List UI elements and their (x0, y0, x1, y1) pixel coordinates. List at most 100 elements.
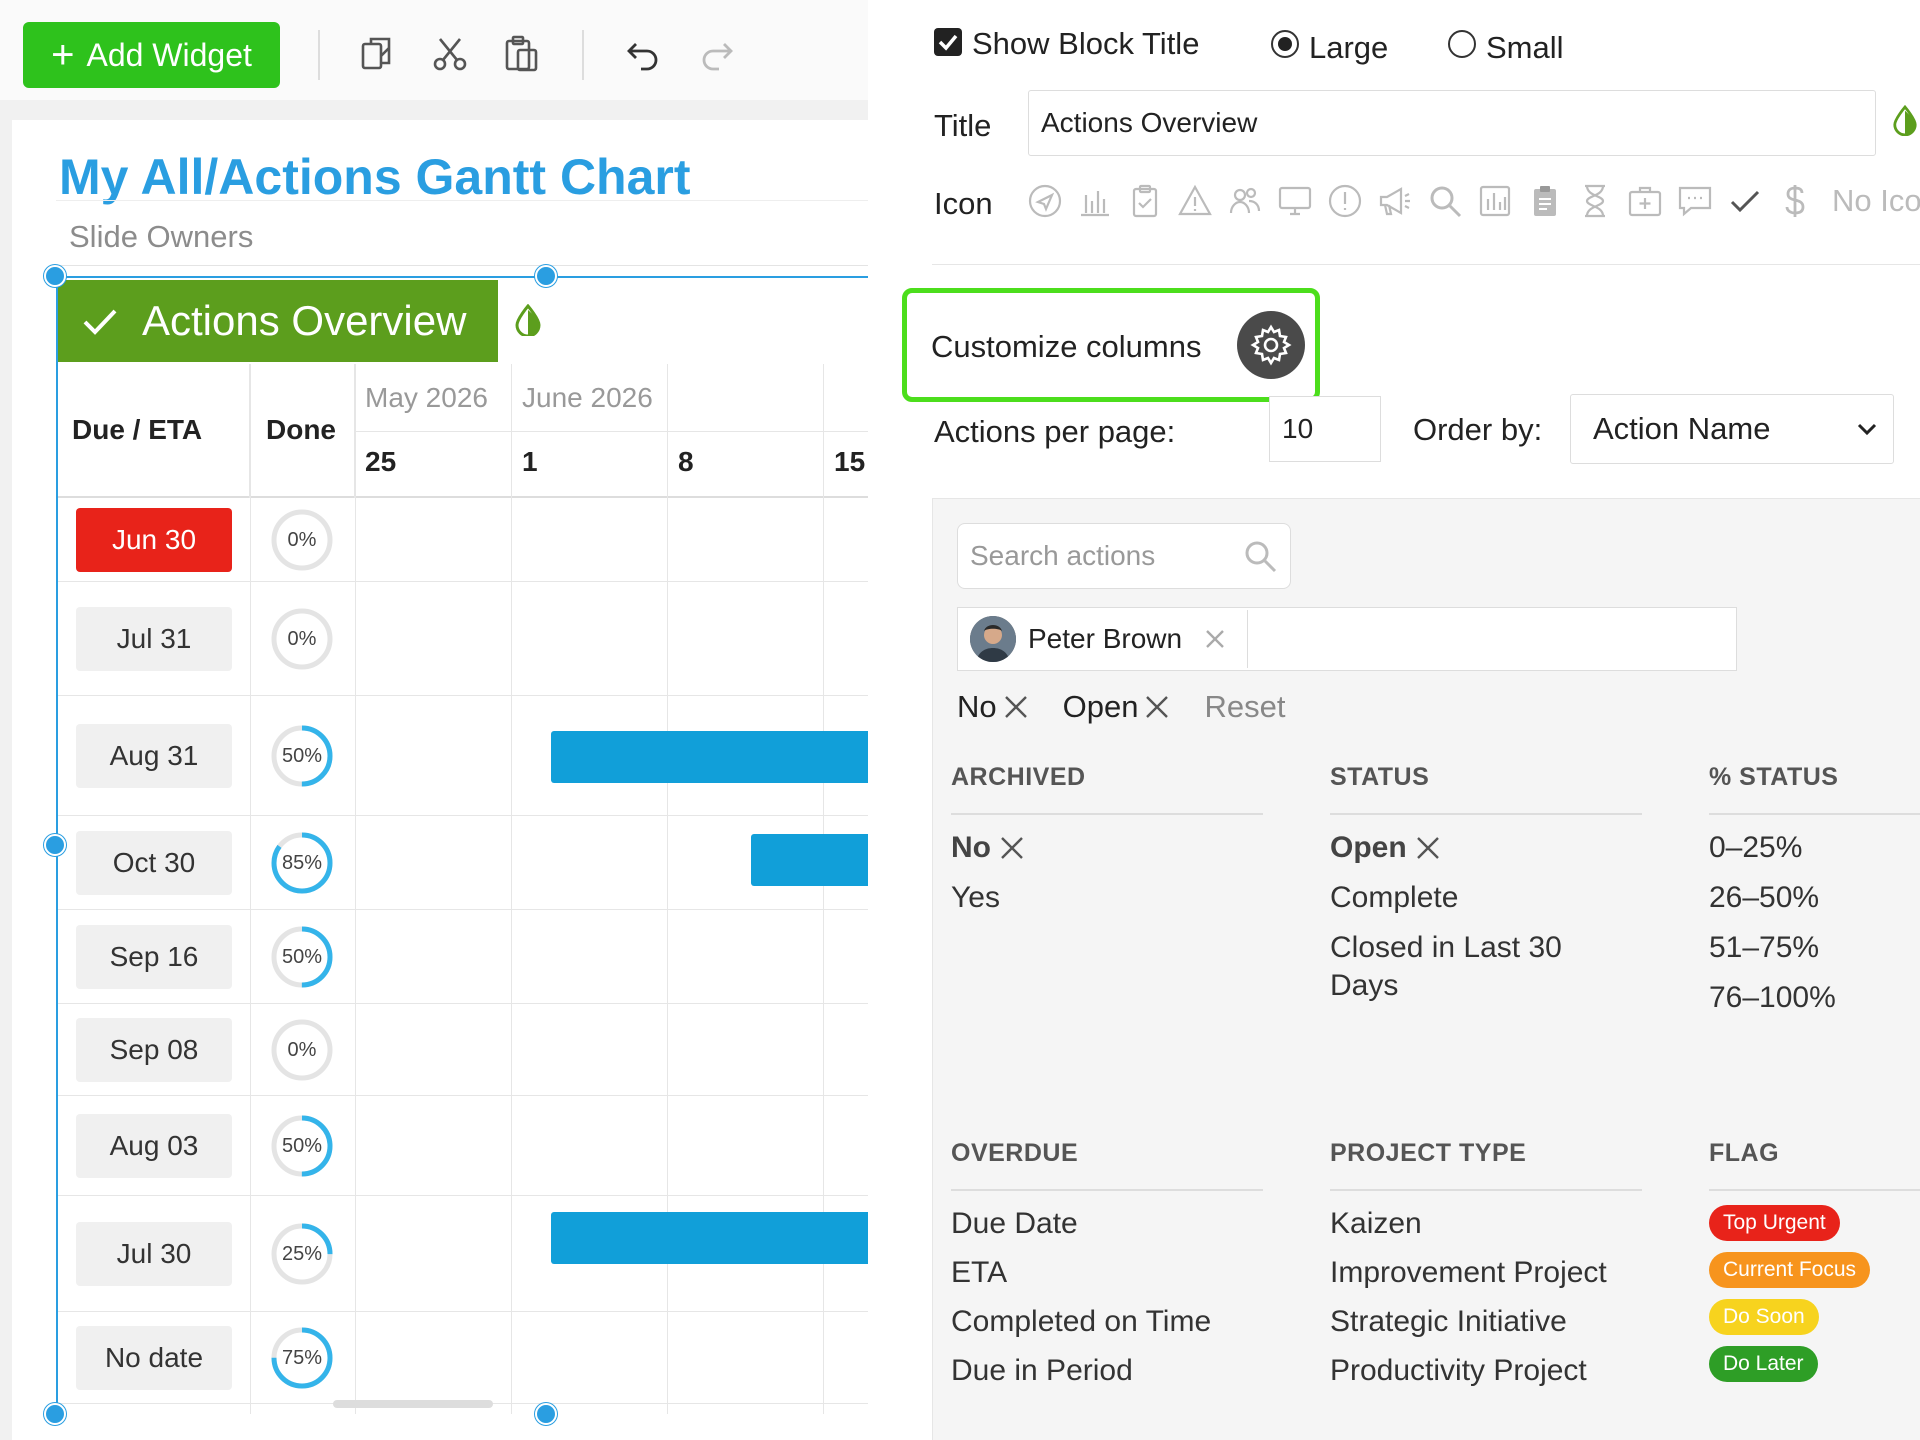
resize-handle[interactable] (44, 834, 66, 856)
alert-circle-icon[interactable] (1326, 182, 1364, 220)
size-small-radio[interactable] (1448, 30, 1476, 58)
slide-title[interactable]: My All/Actions Gantt Chart (59, 148, 691, 206)
project-type-option[interactable]: Strategic Initiative (1330, 1303, 1642, 1341)
search-input[interactable] (970, 536, 1230, 576)
pct-option[interactable]: 51–75% (1709, 929, 1920, 967)
customize-columns-button[interactable] (1237, 311, 1305, 379)
clipboard-check-icon[interactable] (1126, 182, 1164, 220)
people-icon[interactable] (1226, 182, 1264, 220)
gantt-bar[interactable] (551, 731, 868, 783)
gantt-row[interactable]: No date 75% (58, 1312, 868, 1404)
clipboard-icon[interactable] (1526, 182, 1564, 220)
progress-donut: 0% (268, 1016, 336, 1084)
slide-subtitle[interactable]: Slide Owners (69, 219, 253, 255)
actions-per-page-input[interactable] (1269, 396, 1381, 462)
pct-status-heading: % STATUS (1709, 763, 1920, 815)
pct-option[interactable]: 76–100% (1709, 979, 1920, 1017)
resize-handle[interactable] (44, 265, 66, 287)
horizontal-scrollbar[interactable] (333, 1400, 493, 1408)
gantt-bar[interactable] (751, 834, 868, 886)
check-icon[interactable] (1726, 182, 1764, 220)
flag-option[interactable]: Do Soon (1709, 1299, 1920, 1335)
search-field[interactable] (957, 523, 1291, 589)
option-label: Due Date (951, 1207, 1078, 1240)
archived-heading: ARCHIVED (951, 763, 1263, 815)
medkit-icon[interactable] (1626, 182, 1664, 220)
close-icon[interactable] (1003, 694, 1029, 720)
close-icon[interactable] (1204, 628, 1226, 650)
due-date-badge: Jun 30 (76, 508, 232, 572)
flag-heading: FLAG (1709, 1139, 1920, 1191)
resize-handle[interactable] (535, 265, 557, 287)
overdue-option[interactable]: ETA (951, 1254, 1263, 1292)
close-icon[interactable] (1415, 835, 1441, 861)
flag-option[interactable]: Current Focus (1709, 1252, 1920, 1288)
show-title-checkbox[interactable] (934, 28, 962, 56)
project-type-option[interactable]: Improvement Project (1330, 1254, 1642, 1292)
overdue-option[interactable]: Due in Period (951, 1352, 1263, 1390)
slide-subtitle-row: Slide Owners (56, 200, 868, 266)
reset-filters-link[interactable]: Reset (1204, 689, 1285, 725)
gantt-row[interactable]: Oct 30 85% (58, 816, 868, 910)
progress-percent: 50% (281, 1134, 323, 1157)
redo-icon[interactable] (692, 30, 740, 78)
size-large-radio[interactable] (1271, 30, 1299, 58)
project-type-option[interactable]: Productivity Project (1330, 1352, 1642, 1390)
add-widget-button[interactable]: + Add Widget (23, 22, 280, 88)
hourglass-icon[interactable] (1576, 182, 1614, 220)
cut-icon[interactable] (426, 30, 474, 78)
project-type-option[interactable]: Kaizen (1330, 1205, 1642, 1243)
flag-option[interactable]: Do Later (1709, 1346, 1920, 1382)
bar-chart-icon[interactable] (1076, 182, 1114, 220)
chat-icon[interactable] (1676, 182, 1714, 220)
close-icon[interactable] (1144, 694, 1170, 720)
megaphone-icon[interactable] (1376, 182, 1414, 220)
archived-filter-group: ARCHIVED No Yes (951, 763, 1263, 929)
overdue-option[interactable]: Completed on Time (951, 1303, 1263, 1341)
gantt-block[interactable]: Actions Overview Due / ETA Done May 2026… (56, 276, 868, 1414)
gantt-row[interactable]: Aug 03 50% (58, 1096, 868, 1196)
gantt-bar[interactable] (551, 1212, 868, 1264)
pct-option[interactable]: 26–50% (1709, 879, 1920, 917)
gantt-row[interactable]: Sep 08 0% (58, 1004, 868, 1096)
copy-icon[interactable] (355, 30, 403, 78)
flag-option[interactable]: Top Urgent (1709, 1205, 1920, 1241)
title-input[interactable] (1028, 90, 1876, 156)
chart-box-icon[interactable] (1476, 182, 1514, 220)
due-date-badge: Aug 31 (76, 724, 232, 788)
pct-option[interactable]: 0–25% (1709, 829, 1920, 867)
archived-option-yes[interactable]: Yes (951, 879, 1263, 917)
status-option-open[interactable]: Open (1330, 829, 1642, 867)
dollar-icon[interactable] (1776, 182, 1814, 220)
send-icon[interactable] (1026, 182, 1064, 220)
paste-icon[interactable] (498, 30, 546, 78)
monitor-icon[interactable] (1276, 182, 1314, 220)
option-label: Complete (1330, 881, 1459, 914)
gantt-row[interactable]: Sep 16 50% (58, 910, 868, 1004)
status-option-complete[interactable]: Complete (1330, 879, 1642, 917)
order-by-select[interactable]: Action Name (1570, 394, 1894, 464)
search-icon[interactable] (1242, 538, 1278, 574)
customize-columns-label: Customize columns (931, 329, 1202, 364)
color-drop-icon[interactable] (514, 303, 542, 341)
color-drop-icon[interactable] (1892, 104, 1918, 141)
overdue-heading: OVERDUE (951, 1139, 1263, 1191)
option-label: ETA (951, 1256, 1008, 1289)
close-icon[interactable] (999, 835, 1025, 861)
gantt-row[interactable]: Jul 31 0% (58, 582, 868, 696)
no-icon-option[interactable]: No Icon (1832, 183, 1920, 219)
resize-handle[interactable] (44, 1403, 66, 1425)
undo-icon[interactable] (620, 30, 668, 78)
overdue-filter-group: OVERDUE Due Date ETA Completed on Time D… (951, 1139, 1263, 1401)
status-option-closed-last-30[interactable]: Closed in Last 30 Days (1330, 929, 1610, 1005)
toolbar-separator (582, 30, 584, 80)
search-icon[interactable] (1426, 182, 1464, 220)
resize-handle[interactable] (535, 1403, 557, 1425)
gantt-row[interactable]: Jun 30 0% (58, 498, 868, 582)
filter-panel: Peter Brown No Open Reset ARCHIVED No Ye… (932, 498, 1920, 1440)
progress-percent: 25% (281, 1242, 323, 1265)
overdue-option[interactable]: Due Date (951, 1205, 1263, 1243)
archived-option-no[interactable]: No (951, 829, 1263, 867)
warning-icon[interactable] (1176, 182, 1214, 220)
user-filter-field[interactable]: Peter Brown (957, 607, 1737, 671)
